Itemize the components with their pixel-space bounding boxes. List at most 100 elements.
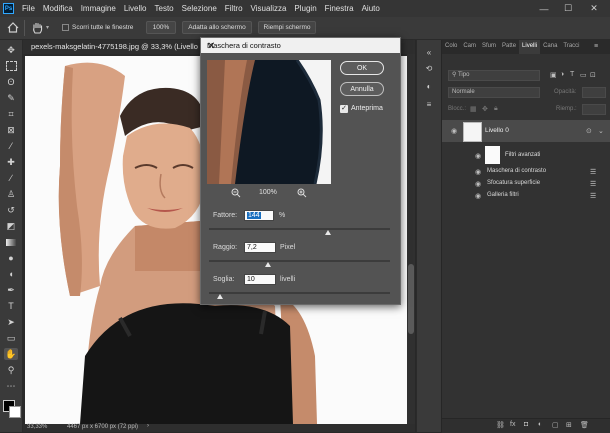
path-selection-tool-icon[interactable]: ➤ bbox=[4, 316, 18, 328]
frame-tool-icon[interactable]: ⊠ bbox=[4, 124, 18, 136]
properties-icon[interactable]: ≡ bbox=[423, 98, 435, 110]
layer-options-icon[interactable]: ⌄ bbox=[598, 127, 604, 135]
menu-testo[interactable]: Testo bbox=[151, 4, 178, 13]
move-tool-icon[interactable]: ✥ bbox=[4, 44, 18, 56]
adjustments-icon[interactable]: ◐ bbox=[423, 80, 435, 92]
healing-brush-tool-icon[interactable]: ✚ bbox=[4, 156, 18, 168]
filter-type-icon[interactable]: T bbox=[570, 71, 574, 78]
tab-fields[interactable]: Cam bbox=[460, 40, 479, 54]
cancel-button[interactable]: Annulla bbox=[340, 82, 384, 96]
filter-row-filter-gallery[interactable]: ◉ Galleria filtri ☰ bbox=[442, 191, 610, 202]
eye-icon[interactable]: ◉ bbox=[475, 180, 481, 188]
zoom-out-icon[interactable] bbox=[231, 188, 241, 198]
amount-slider-thumb[interactable] bbox=[325, 230, 331, 235]
chevron-down-icon[interactable]: ▾ bbox=[46, 24, 49, 31]
dodge-tool-icon[interactable]: ◖ bbox=[4, 268, 18, 280]
filter-shape-icon[interactable]: ▭ bbox=[580, 71, 587, 79]
lock-position-icon[interactable]: ✥ bbox=[482, 105, 488, 113]
blending-options-icon[interactable]: ☰ bbox=[590, 192, 596, 200]
brush-tool-icon[interactable]: ∕ bbox=[4, 172, 18, 184]
eye-icon[interactable]: ◉ bbox=[475, 192, 481, 200]
filter-adjustment-icon[interactable]: ◑ bbox=[560, 71, 564, 78]
tab-gradients[interactable]: Sfum bbox=[479, 40, 499, 54]
ok-button[interactable]: OK bbox=[340, 61, 384, 75]
quick-selection-tool-icon[interactable]: ✎ bbox=[4, 92, 18, 104]
scrollbar-thumb[interactable] bbox=[408, 264, 414, 334]
zoom-tool-icon[interactable]: ⚲ bbox=[4, 364, 18, 376]
collapse-panels-icon[interactable]: « bbox=[423, 46, 435, 58]
blend-mode-select[interactable]: Normale bbox=[448, 87, 540, 98]
threshold-input[interactable]: 10 bbox=[244, 274, 276, 285]
smart-filters-row[interactable]: ◉ Filtri avanzati bbox=[442, 144, 610, 166]
new-layer-icon[interactable]: ⊞ bbox=[566, 421, 572, 429]
preview-checkbox[interactable]: ✓ bbox=[340, 105, 348, 113]
tab-patterns[interactable]: Patte bbox=[499, 40, 519, 54]
home-icon[interactable] bbox=[7, 22, 19, 33]
filter-pixel-icon[interactable]: ▣ bbox=[550, 71, 557, 79]
pen-tool-icon[interactable]: ✒ bbox=[4, 284, 18, 296]
menu-livello[interactable]: Livello bbox=[120, 4, 151, 13]
eyedropper-tool-icon[interactable]: ⁄ bbox=[4, 140, 18, 152]
adjustment-layer-icon[interactable]: ◐ bbox=[538, 421, 542, 428]
radius-slider-track[interactable] bbox=[209, 260, 390, 262]
lock-pixels-icon[interactable]: ▦ bbox=[470, 105, 477, 113]
clone-stamp-tool-icon[interactable]: ♙ bbox=[4, 188, 18, 200]
opacity-input[interactable] bbox=[582, 87, 606, 98]
filter-row-unsharp-mask[interactable]: ◉ Maschera di contrasto ☰ bbox=[442, 167, 610, 178]
hand-tool-icon[interactable]: ✋ bbox=[4, 348, 18, 360]
crop-tool-icon[interactable]: ⌗ bbox=[4, 108, 18, 120]
type-tool-icon[interactable]: T bbox=[4, 300, 18, 312]
gradient-tool-icon[interactable] bbox=[4, 236, 18, 248]
maximize-button[interactable]: ☐ bbox=[556, 0, 580, 17]
menu-finestra[interactable]: Finestra bbox=[321, 4, 358, 13]
dialog-titlebar[interactable]: Maschera di contrasto ✕ bbox=[201, 38, 400, 53]
amount-slider-track[interactable] bbox=[209, 228, 390, 230]
filter-smart-object-icon[interactable]: ⊡ bbox=[590, 71, 596, 79]
threshold-slider-track[interactable] bbox=[209, 292, 390, 294]
threshold-slider-thumb[interactable] bbox=[217, 294, 223, 299]
close-window-button[interactable]: ✕ bbox=[582, 0, 606, 17]
lasso-tool-icon[interactable]: ʘ bbox=[4, 76, 18, 88]
zoom-status[interactable]: 33,33% bbox=[27, 424, 47, 430]
history-icon[interactable]: ⟲ bbox=[423, 62, 435, 74]
marquee-tool-icon[interactable] bbox=[4, 60, 18, 72]
menu-plugin[interactable]: Plugin bbox=[290, 4, 320, 13]
minimize-button[interactable]: — bbox=[532, 0, 556, 17]
tab-channels[interactable]: Cana bbox=[540, 40, 560, 54]
menu-aiuto[interactable]: Aiuto bbox=[358, 4, 384, 13]
lock-all-icon[interactable]: 🔒︎ bbox=[494, 105, 498, 113]
tab-layers[interactable]: Livelli bbox=[519, 40, 541, 54]
blending-options-icon[interactable]: ☰ bbox=[590, 168, 596, 176]
menu-file[interactable]: File bbox=[18, 4, 39, 13]
scroll-all-checkbox[interactable] bbox=[62, 24, 69, 31]
link-layers-icon[interactable]: ⛓ bbox=[496, 421, 505, 429]
hand-tool-icon[interactable] bbox=[31, 21, 44, 34]
fit-screen-button[interactable]: Adatta allo schermo bbox=[182, 21, 252, 34]
eraser-tool-icon[interactable]: ◩ bbox=[4, 220, 18, 232]
eye-icon[interactable]: ◉ bbox=[451, 127, 457, 135]
menu-filtro[interactable]: Filtro bbox=[221, 4, 247, 13]
radius-input[interactable]: 7,2 bbox=[244, 242, 276, 253]
radius-slider-thumb[interactable] bbox=[265, 262, 271, 267]
filter-preview[interactable] bbox=[207, 60, 331, 184]
vertical-scrollbar[interactable] bbox=[407, 54, 415, 424]
history-brush-tool-icon[interactable]: ↺ bbox=[4, 204, 18, 216]
layer-row[interactable]: ◉ Livello 0 ⊙ ⌄ bbox=[442, 120, 610, 142]
amount-input[interactable]: 144 bbox=[244, 210, 274, 221]
fx-icon[interactable]: fx bbox=[510, 421, 515, 428]
background-color-swatch[interactable] bbox=[9, 406, 21, 418]
menu-immagine[interactable]: Immagine bbox=[77, 4, 120, 13]
new-group-icon[interactable]: ▢ bbox=[552, 421, 559, 429]
tab-paths[interactable]: Tracci bbox=[560, 40, 582, 54]
panel-menu-icon[interactable]: ≡ bbox=[594, 43, 598, 50]
close-icon[interactable]: ✕ bbox=[207, 41, 394, 52]
more-tools-icon[interactable]: ⋯ bbox=[4, 380, 18, 392]
filter-row-surface-blur[interactable]: ◉ Sfocatura superficie ☰ bbox=[442, 179, 610, 190]
fill-screen-button[interactable]: Riempi schermo bbox=[258, 21, 316, 34]
add-mask-icon[interactable]: ◘ bbox=[524, 421, 528, 428]
rectangle-tool-icon[interactable]: ▭ bbox=[4, 332, 18, 344]
zoom-100-button[interactable]: 100% bbox=[146, 21, 176, 34]
zoom-in-icon[interactable] bbox=[297, 188, 307, 198]
blur-tool-icon[interactable]: ● bbox=[4, 252, 18, 264]
trash-icon[interactable]: 🗑︎ bbox=[580, 421, 589, 429]
